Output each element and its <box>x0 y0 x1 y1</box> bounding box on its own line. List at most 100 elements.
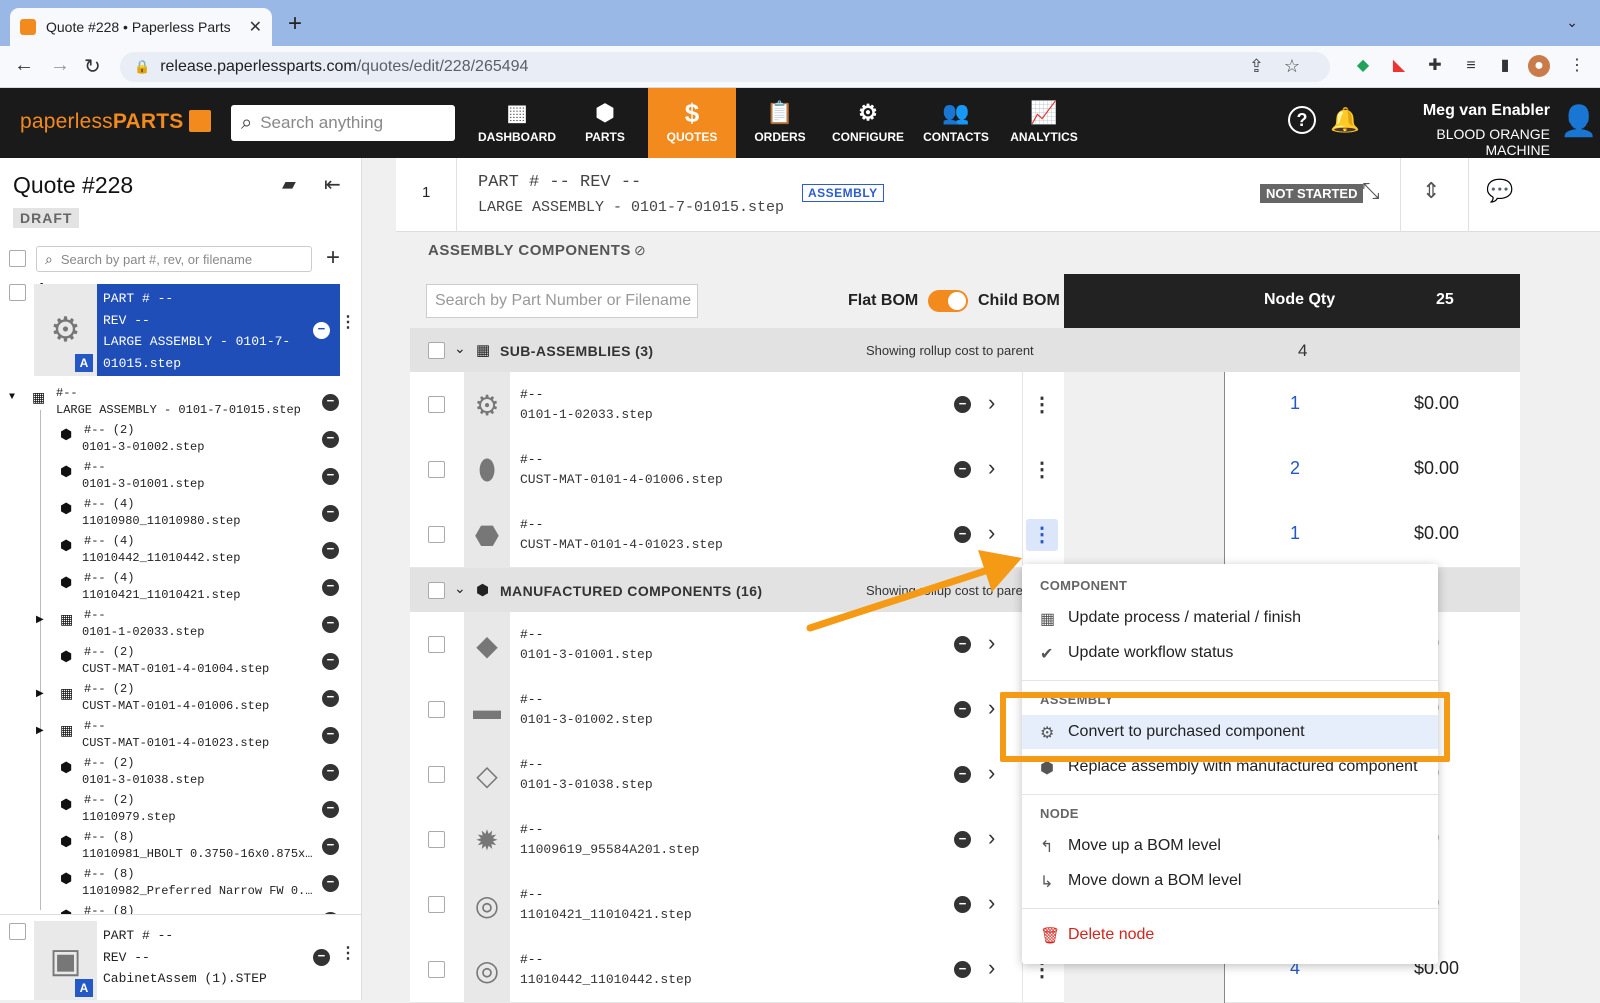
new-tab-icon[interactable]: + <box>288 10 302 38</box>
caret-right-icon[interactable]: ▶ <box>36 725 44 737</box>
help-icon[interactable]: ? <box>1288 106 1316 134</box>
nav-configure[interactable]: ⚙ CONFIGURE <box>824 88 912 158</box>
sub-assemblies-checkbox[interactable] <box>428 342 445 359</box>
caret-right-icon[interactable]: ▶ <box>36 614 44 626</box>
chevron-right-icon[interactable]: › <box>988 390 995 416</box>
tab-search-chevron-icon[interactable]: ⌄ <box>1566 14 1578 31</box>
row-checkbox[interactable] <box>428 766 445 783</box>
global-search-input[interactable]: ⌕ Search anything <box>231 105 455 141</box>
add-part-icon[interactable]: + <box>326 244 340 272</box>
chevron-right-icon[interactable]: › <box>988 630 995 656</box>
nav-dashboard[interactable]: ▦ DASHBOARD <box>473 88 561 158</box>
row-qty[interactable]: 2 <box>1290 458 1300 479</box>
chevron-down-icon[interactable]: ⌄ <box>454 580 466 597</box>
share-icon[interactable]: ⇪ <box>1249 56 1264 77</box>
chevron-down-icon[interactable]: ⌄ <box>454 340 466 357</box>
browser-menu-icon[interactable]: ⋮ <box>1566 55 1588 77</box>
remove-node-icon[interactable]: − <box>322 653 339 670</box>
remove-node-icon[interactable]: − <box>322 764 339 781</box>
chevron-right-icon[interactable]: › <box>988 520 995 546</box>
select-all-checkbox[interactable] <box>9 250 26 267</box>
remove-node-icon[interactable]: − <box>322 579 339 596</box>
paperless-parts-logo[interactable]: paperlessPARTS <box>20 110 212 134</box>
bom-search-input[interactable]: Search by Part Number or Filename <box>426 284 698 318</box>
chevron-right-icon[interactable]: › <box>988 760 995 786</box>
row-checkbox[interactable] <box>428 701 445 718</box>
bom-row[interactable]: ⬣ #-- CUST-MAT-0101-4-01023.step − › ⋮ 1 $0.00 <box>410 502 1520 568</box>
collapse-sidebar-icon[interactable]: ⇤ <box>324 172 341 197</box>
nav-analytics[interactable]: 📈 ANALYTICS <box>1000 88 1088 158</box>
nav-parts[interactable]: ⬢ PARTS <box>561 88 649 158</box>
bom-mode-toggle[interactable] <box>928 290 968 312</box>
part-1-kebab-icon[interactable]: ⋮ <box>340 312 356 332</box>
tree-node[interactable]: ⬢ #-- (2) 0101-3-01002.step − <box>0 421 361 458</box>
address-bar[interactable]: 🔒 release.paperlessparts.com/quotes/edit… <box>120 52 1330 82</box>
remove-part-icon[interactable]: − <box>313 949 330 966</box>
reload-icon[interactable]: ↻ <box>84 54 101 79</box>
tree-node[interactable]: ⬢ #-- (4) 11010980_11010980.step − <box>0 495 361 532</box>
delete-node-item[interactable]: 🗑 Delete node <box>1022 918 1438 952</box>
remove-row-icon[interactable]: − <box>954 831 971 848</box>
chevron-right-icon[interactable]: › <box>988 695 995 721</box>
tree-node[interactable]: ▶ ▦ #-- CUST-MAT-0101-4-01023.step − <box>0 717 361 754</box>
remove-row-icon[interactable]: − <box>954 701 971 718</box>
collapse-arrows-icon[interactable]: ⤡ <box>1362 178 1380 204</box>
sidebar-search-input[interactable]: ⌕ Search by part #, rev, or filename <box>36 246 312 272</box>
close-tab-icon[interactable]: ✕ <box>249 17 262 37</box>
tree-node[interactable]: ▶ ▦ #-- (2) CUST-MAT-0101-4-01006.step − <box>0 680 361 717</box>
remove-part-icon[interactable]: − <box>313 322 330 339</box>
part-1-checkbox[interactable] <box>9 284 26 301</box>
workflow-status-badge[interactable]: NOT STARTED <box>1260 184 1364 203</box>
back-icon[interactable]: ← <box>14 54 34 77</box>
remove-node-icon[interactable]: − <box>322 616 339 633</box>
remove-node-icon[interactable]: − <box>322 542 339 559</box>
remove-row-icon[interactable]: − <box>954 766 971 783</box>
expand-vertical-icon[interactable]: ⇕ <box>1422 178 1440 204</box>
move-up-item[interactable]: ↰ Move up a BOM level <box>1022 829 1438 863</box>
grammarly-extension-icon[interactable]: ◆ <box>1352 55 1374 77</box>
remove-row-icon[interactable]: − <box>954 961 971 978</box>
browser-tab[interactable]: Quote #228 • Paperless Parts ✕ <box>10 8 272 46</box>
part-2-checkbox[interactable] <box>9 923 26 940</box>
chevron-right-icon[interactable]: › <box>988 890 995 916</box>
user-menu[interactable]: Meg van Enabler BLOOD ORANGE MACHINE <box>1378 102 1550 158</box>
row-checkbox[interactable] <box>428 526 445 543</box>
remove-node-icon[interactable]: − <box>322 727 339 744</box>
row-checkbox[interactable] <box>428 896 445 913</box>
nav-quotes[interactable]: $ QUOTES <box>648 88 736 158</box>
tree-node[interactable]: ⬢ #-- (2) 0101-3-01038.step − <box>0 754 361 791</box>
tree-node[interactable]: ⬢ #-- (4) 11010421_11010421.step − <box>0 569 361 606</box>
chevron-right-icon[interactable]: › <box>988 825 995 851</box>
row-kebab-icon[interactable]: ⋮ <box>1026 454 1058 486</box>
tree-node[interactable]: ▼ ▦ #-- LARGE ASSEMBLY - 0101-7-01015.step − <box>0 384 361 421</box>
remove-row-icon[interactable]: − <box>954 396 971 413</box>
comment-icon[interactable]: 💬 <box>1486 178 1513 204</box>
side-panel-icon[interactable]: ▮ <box>1494 55 1516 77</box>
part-2-kebab-icon[interactable]: ⋮ <box>340 943 356 963</box>
profile-avatar-icon[interactable]: ● <box>1528 55 1550 77</box>
part-1-card[interactable]: ⚙ A PART # -- REV -- LARGE ASSEMBLY - 010… <box>34 284 340 376</box>
row-checkbox[interactable] <box>428 961 445 978</box>
update-workflow-item[interactable]: ✔ Update workflow status <box>1022 636 1438 670</box>
row-checkbox[interactable] <box>428 831 445 848</box>
remove-row-icon[interactable]: − <box>954 526 971 543</box>
forward-icon[interactable]: → <box>50 54 70 77</box>
row-qty[interactable]: 1 <box>1290 393 1300 414</box>
nav-orders[interactable]: 📋 ORDERS <box>736 88 824 158</box>
nav-contacts[interactable]: 👥 CONTACTS <box>912 88 1000 158</box>
row-qty[interactable]: 1 <box>1290 523 1300 544</box>
row-kebab-icon[interactable]: ⋮ <box>1026 389 1058 421</box>
remove-row-icon[interactable]: − <box>954 896 971 913</box>
bom-row[interactable]: ⬮ #-- CUST-MAT-0101-4-01006.step − › ⋮ 2 $0.00 <box>410 437 1520 503</box>
row-checkbox[interactable] <box>428 396 445 413</box>
bom-row[interactable]: ⚙ #-- 0101-1-02033.step − › ⋮ 1 $0.00 <box>410 372 1520 438</box>
remove-node-icon[interactable]: − <box>322 801 339 818</box>
row-kebab-icon[interactable]: ⋮ <box>1026 519 1058 551</box>
puzzle-extensions-icon[interactable]: ✚ <box>1424 55 1446 77</box>
remove-node-icon[interactable]: − <box>322 875 339 892</box>
replace-assembly-item[interactable]: ⬢ Replace assembly with manufactured comp… <box>1022 750 1438 784</box>
remove-node-icon[interactable]: − <box>322 838 339 855</box>
visibility-off-icon[interactable]: ⊘ <box>634 242 646 259</box>
remove-row-icon[interactable]: − <box>954 461 971 478</box>
extension-icon[interactable]: ◣ <box>1388 55 1410 77</box>
